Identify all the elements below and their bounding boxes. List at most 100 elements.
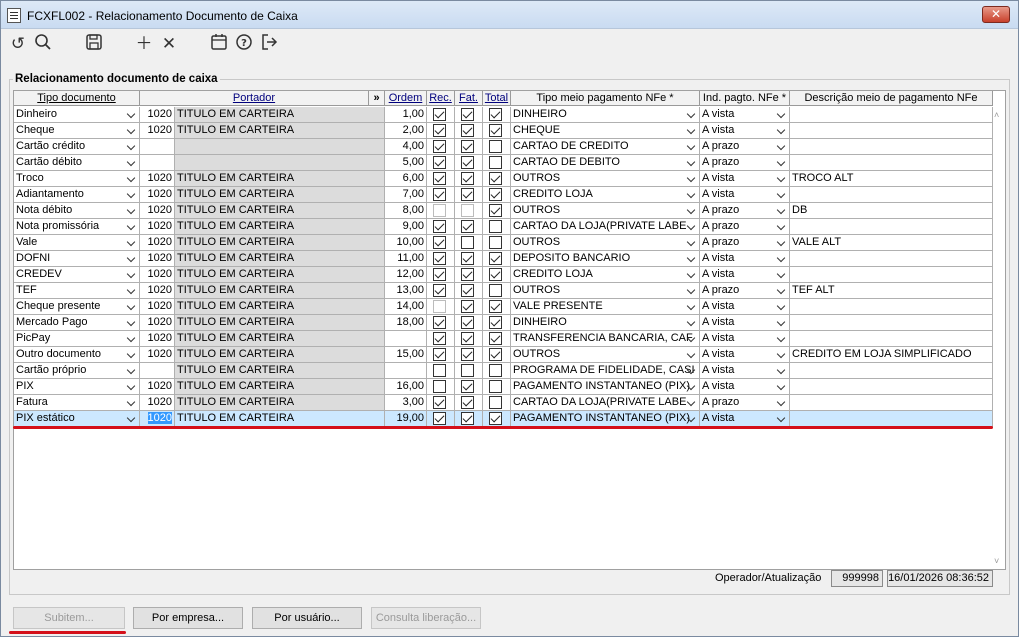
- tipo-documento-dropdown[interactable]: TEF: [14, 283, 140, 299]
- tipo-documento-dropdown[interactable]: Outro documento: [14, 347, 140, 363]
- ordem-cell[interactable]: 14,00: [385, 299, 427, 315]
- header-fat[interactable]: Fat.: [455, 91, 483, 106]
- descricao-cell[interactable]: [790, 267, 993, 283]
- descricao-cell[interactable]: [790, 187, 993, 203]
- descricao-cell[interactable]: [790, 123, 993, 139]
- descricao-cell[interactable]: [790, 411, 993, 427]
- por-empresa-button[interactable]: Por empresa...: [133, 607, 243, 629]
- table-row[interactable]: Vale 1020 TITULO EM CARTEIRA 10,00 OUTROS A p…: [14, 235, 993, 251]
- ordem-cell[interactable]: 5,00: [385, 155, 427, 171]
- portador-code-cell[interactable]: 1020: [140, 203, 175, 219]
- tipo-meio-dropdown[interactable]: CARTAO DE DEBITO: [511, 155, 700, 171]
- ind-pagto-dropdown[interactable]: A vista: [700, 411, 790, 427]
- ordem-cell[interactable]: 13,00: [385, 283, 427, 299]
- total-checkbox[interactable]: [489, 380, 502, 393]
- table-row[interactable]: DOFNI 1020 TITULO EM CARTEIRA 11,00 DEPOSITO…: [14, 251, 993, 267]
- table-row[interactable]: Cartão crédito 4,00 CARTAO DE CREDITO A pra…: [14, 139, 993, 155]
- descricao-cell[interactable]: TEF ALT: [790, 283, 993, 299]
- rec-checkbox[interactable]: [433, 188, 446, 201]
- ordem-cell[interactable]: 1,00: [385, 107, 427, 123]
- portador-code-cell[interactable]: [140, 155, 175, 171]
- ind-pagto-dropdown[interactable]: A vista: [700, 107, 790, 123]
- total-checkbox[interactable]: [489, 364, 502, 377]
- portador-code-cell[interactable]: 1020: [140, 395, 175, 411]
- fat-checkbox[interactable]: [461, 364, 474, 377]
- descricao-cell[interactable]: VALE ALT: [790, 235, 993, 251]
- ind-pagto-dropdown[interactable]: A prazo: [700, 283, 790, 299]
- ordem-cell[interactable]: 2,00: [385, 123, 427, 139]
- header-descricao[interactable]: Descrição meio de pagamento NFe: [790, 91, 993, 106]
- descricao-cell[interactable]: [790, 331, 993, 347]
- tipo-documento-dropdown[interactable]: Cartão crédito: [14, 139, 140, 155]
- table-row[interactable]: Outro documento 1020 TITULO EM CARTEIRA 15,…: [14, 347, 993, 363]
- table-row[interactable]: Nota débito 1020 TITULO EM CARTEIRA 8,00 OUT…: [14, 203, 993, 219]
- tipo-documento-dropdown[interactable]: Cheque: [14, 123, 140, 139]
- tipo-meio-dropdown[interactable]: OUTROS: [511, 283, 700, 299]
- tipo-meio-dropdown[interactable]: CARTAO DA LOJA(PRIVATE LABE: [511, 219, 700, 235]
- fat-checkbox[interactable]: [461, 108, 474, 121]
- total-checkbox[interactable]: [489, 236, 502, 249]
- rec-checkbox[interactable]: [433, 412, 446, 425]
- descricao-cell[interactable]: [790, 395, 993, 411]
- ordem-cell[interactable]: 3,00: [385, 395, 427, 411]
- add-icon[interactable]: ＋: [133, 33, 155, 55]
- portador-code-cell[interactable]: 1020: [140, 299, 175, 315]
- rec-checkbox[interactable]: [433, 396, 446, 409]
- tipo-documento-dropdown[interactable]: DOFNI: [14, 251, 140, 267]
- portador-code-cell[interactable]: 1020: [140, 411, 175, 427]
- ind-pagto-dropdown[interactable]: A vista: [700, 379, 790, 395]
- descricao-cell[interactable]: [790, 139, 993, 155]
- tipo-meio-dropdown[interactable]: OUTROS: [511, 203, 700, 219]
- ind-pagto-dropdown[interactable]: A prazo: [700, 219, 790, 235]
- total-checkbox[interactable]: [489, 348, 502, 361]
- portador-code-cell[interactable]: 1020: [140, 123, 175, 139]
- scroll-up-icon[interactable]: ˄: [994, 111, 1002, 120]
- header-ordem[interactable]: Ordem: [385, 91, 427, 106]
- ordem-cell[interactable]: 10,00: [385, 235, 427, 251]
- table-row[interactable]: PIX 1020 TITULO EM CARTEIRA 16,00 PAGAMENTO …: [14, 379, 993, 395]
- table-row[interactable]: TEF 1020 TITULO EM CARTEIRA 13,00 OUTROS A pr…: [14, 283, 993, 299]
- portador-code-cell[interactable]: 1020: [140, 251, 175, 267]
- tipo-meio-dropdown[interactable]: VALE PRESENTE: [511, 299, 700, 315]
- consulta-liberacao-button[interactable]: Consulta liberação...: [371, 607, 481, 629]
- rec-checkbox[interactable]: [433, 316, 446, 329]
- ind-pagto-dropdown[interactable]: A vista: [700, 123, 790, 139]
- tipo-meio-dropdown[interactable]: PROGRAMA DE FIDELIDADE, CASI: [511, 363, 700, 379]
- ordem-cell[interactable]: 19,00: [385, 411, 427, 427]
- descricao-cell[interactable]: CREDITO EM LOJA SIMPLIFICADO: [790, 347, 993, 363]
- descricao-cell[interactable]: [790, 299, 993, 315]
- tipo-meio-dropdown[interactable]: CHEQUE: [511, 123, 700, 139]
- portador-code-cell[interactable]: 1020: [140, 171, 175, 187]
- fat-checkbox[interactable]: [461, 380, 474, 393]
- help-icon[interactable]: ?: [233, 33, 255, 55]
- tipo-meio-dropdown[interactable]: CREDITO LOJA: [511, 267, 700, 283]
- close-button[interactable]: ✕: [982, 6, 1010, 23]
- tipo-documento-dropdown[interactable]: PicPay: [14, 331, 140, 347]
- total-checkbox[interactable]: [489, 284, 502, 297]
- tipo-documento-dropdown[interactable]: Cartão débito: [14, 155, 140, 171]
- descricao-cell[interactable]: [790, 363, 993, 379]
- tipo-meio-dropdown[interactable]: DINHEIRO: [511, 107, 700, 123]
- table-row[interactable]: Mercado Pago 1020 TITULO EM CARTEIRA 18,00 D…: [14, 315, 993, 331]
- rec-checkbox[interactable]: [433, 332, 446, 345]
- tipo-documento-dropdown[interactable]: Nota promissória: [14, 219, 140, 235]
- undo-icon[interactable]: ↺: [7, 33, 29, 55]
- tipo-meio-dropdown[interactable]: PAGAMENTO INSTANTANEO (PIX): [511, 411, 700, 427]
- rec-checkbox[interactable]: [433, 172, 446, 185]
- fat-checkbox[interactable]: [461, 172, 474, 185]
- descricao-cell[interactable]: DB: [790, 203, 993, 219]
- ind-pagto-dropdown[interactable]: A vista: [700, 299, 790, 315]
- tipo-documento-dropdown[interactable]: Fatura: [14, 395, 140, 411]
- total-checkbox[interactable]: [489, 332, 502, 345]
- subitem-button[interactable]: Subitem...: [13, 607, 125, 629]
- table-row[interactable]: Cheque presente 1020 TITULO EM CARTEIRA 14,…: [14, 299, 993, 315]
- total-checkbox[interactable]: [489, 124, 502, 137]
- ind-pagto-dropdown[interactable]: A vista: [700, 331, 790, 347]
- rec-checkbox[interactable]: [433, 124, 446, 137]
- rec-checkbox[interactable]: [433, 284, 446, 297]
- scroll-down-icon[interactable]: ˅: [994, 557, 1002, 566]
- header-ind-pagto[interactable]: Ind. pagto. NFe *: [700, 91, 790, 106]
- descricao-cell[interactable]: [790, 379, 993, 395]
- portador-code-cell[interactable]: 1020: [140, 107, 175, 123]
- ind-pagto-dropdown[interactable]: A prazo: [700, 395, 790, 411]
